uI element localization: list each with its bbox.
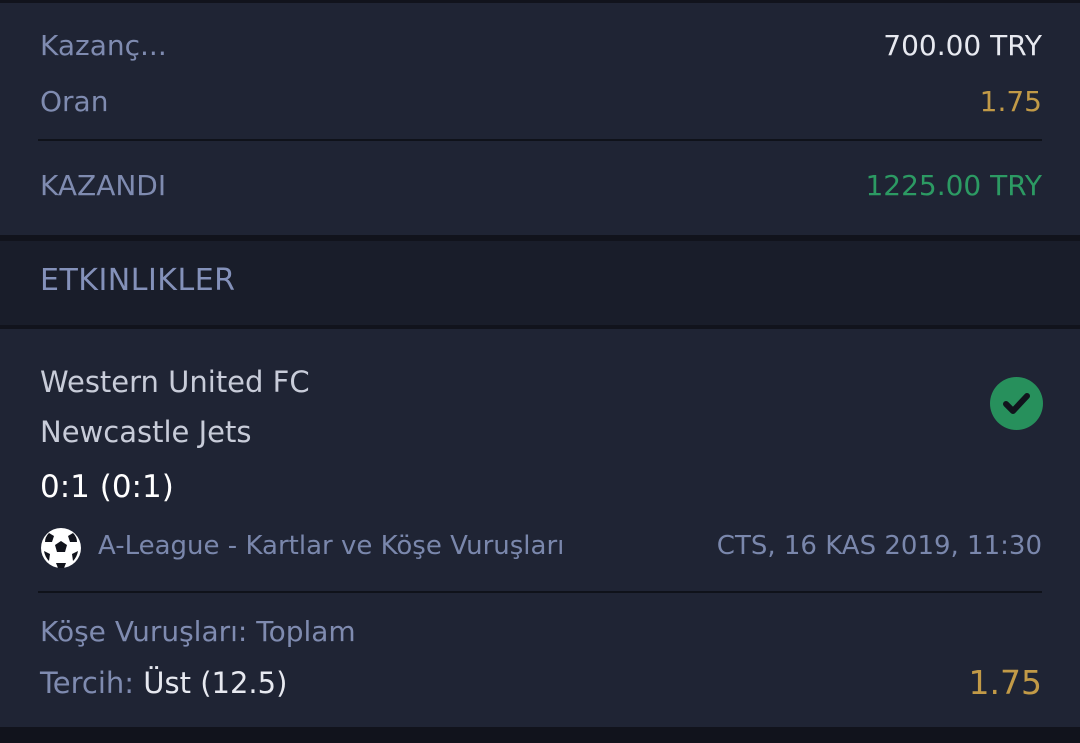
pick-row: Tercih: Üst (12.5) 1.75	[40, 663, 1042, 702]
stake-row: Kazanç... 700.00 TRY	[40, 29, 1042, 62]
payout-value: 1225.00 TRY	[865, 169, 1042, 202]
match-score: 0:1 (0:1)	[40, 469, 174, 505]
check-circle-icon	[990, 377, 1043, 430]
event-datetime: CTS, 16 KAS 2019, 11:30	[716, 531, 1042, 561]
events-title: ETKINLIKLER	[40, 263, 236, 298]
events-section-header: ETKINLIKLER	[0, 241, 1080, 325]
stake-value: 700.00 TRY	[883, 29, 1042, 62]
event-card[interactable]: Western United FC Newcastle Jets 0:1 (0:…	[0, 329, 1080, 727]
odds-row: Oran 1.75	[40, 85, 1042, 118]
away-team: Newcastle Jets	[40, 415, 252, 449]
summary-divider	[38, 139, 1042, 141]
odds-value: 1.75	[979, 85, 1042, 118]
odds-label: Oran	[40, 85, 109, 118]
market-name: Köşe Vuruşları: Toplam	[40, 615, 356, 648]
result-row: KAZANDI 1225.00 TRY	[40, 169, 1042, 202]
result-label: KAZANDI	[40, 169, 167, 202]
home-team: Western United FC	[40, 365, 310, 399]
league-name: A-League - Kartlar ve Köşe Vuruşları	[98, 531, 565, 561]
pick: Tercih: Üst (12.5)	[40, 666, 287, 700]
stake-label: Kazanç...	[40, 29, 167, 62]
event-divider	[38, 591, 1042, 593]
pick-label: Tercih:	[40, 665, 135, 700]
soccer-ball-icon	[40, 527, 82, 569]
bet-summary-card: Kazanç... 700.00 TRY Oran 1.75 KAZANDI 1…	[0, 3, 1080, 235]
pick-value: Üst (12.5)	[143, 665, 288, 700]
pick-odds: 1.75	[968, 663, 1042, 702]
